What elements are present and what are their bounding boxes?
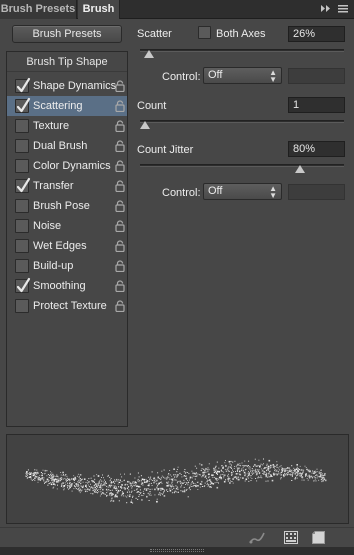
brush-setting-texture[interactable]: Texture xyxy=(7,116,127,136)
panel-resize-handle[interactable] xyxy=(0,547,354,555)
brush-tip-shape-item[interactable]: Brush Tip Shape xyxy=(7,52,127,72)
brush-toggle-icon[interactable] xyxy=(248,531,266,548)
both-axes-label: Both Axes xyxy=(216,28,266,40)
count-label: Count xyxy=(137,100,167,112)
lock-icon[interactable] xyxy=(115,200,125,213)
setting-label: Dual Brush xyxy=(33,140,88,152)
panel-tab-bar: Brush Presets Brush xyxy=(0,0,354,19)
lock-icon[interactable] xyxy=(115,280,125,293)
setting-checkbox[interactable] xyxy=(15,219,29,233)
scatter-value-field[interactable]: 26% xyxy=(288,26,345,42)
setting-checkbox[interactable] xyxy=(15,259,29,273)
panel-controls xyxy=(320,2,348,17)
checkmark-icon xyxy=(16,77,31,93)
lock-icon[interactable] xyxy=(115,220,125,233)
checkmark-icon xyxy=(16,277,31,293)
count-value-field[interactable]: 1 xyxy=(288,97,345,113)
brush-setting-color-dynamics[interactable]: Color Dynamics xyxy=(7,156,127,176)
setting-checkbox[interactable] xyxy=(15,239,29,253)
panel-bottom-bar xyxy=(0,527,354,547)
count-jitter-value-field[interactable]: 80% xyxy=(288,141,345,157)
setting-label: Texture xyxy=(33,120,70,132)
tab-brush[interactable]: Brush xyxy=(78,0,120,19)
setting-checkbox[interactable] xyxy=(15,77,31,93)
scatter-slider-track[interactable] xyxy=(140,49,344,52)
brush-setting-dual-brush[interactable]: Dual Brush xyxy=(7,136,127,156)
lock-icon[interactable] xyxy=(115,260,125,273)
brush-setting-shape-dynamics[interactable]: Shape Dynamics xyxy=(7,76,127,96)
lock-icon[interactable] xyxy=(115,240,125,253)
setting-label: Build-up xyxy=(33,260,74,272)
setting-checkbox[interactable] xyxy=(15,177,31,193)
lock-icon[interactable] xyxy=(115,180,125,193)
double-chevron-icon[interactable] xyxy=(320,4,332,16)
count-jitter-label: Count Jitter xyxy=(137,144,194,156)
lock-icon[interactable] xyxy=(115,160,125,173)
brush-setting-brush-pose[interactable]: Brush Pose xyxy=(7,196,127,216)
grid-icon[interactable] xyxy=(284,531,298,547)
lock-icon[interactable] xyxy=(115,300,125,313)
scatter-control-value: Off xyxy=(208,69,223,81)
setting-checkbox[interactable] xyxy=(15,159,29,173)
checkmark-icon xyxy=(16,177,31,193)
scatter-control-extra-field xyxy=(288,68,345,84)
lock-icon[interactable] xyxy=(115,120,125,133)
count-slider-track[interactable] xyxy=(140,120,344,123)
setting-label: Protect Texture xyxy=(33,300,107,312)
setting-checkbox[interactable] xyxy=(15,199,29,213)
new-preset-icon[interactable] xyxy=(312,531,325,547)
menu-icon[interactable] xyxy=(338,4,348,16)
setting-checkbox[interactable] xyxy=(15,119,29,133)
count-jitter-control-extra-field xyxy=(288,184,345,200)
brush-setting-scattering[interactable]: Scattering xyxy=(7,96,127,116)
count-slider-thumb[interactable] xyxy=(140,121,150,129)
setting-checkbox[interactable] xyxy=(15,277,31,293)
select-arrows-icon: ▲ ▼ xyxy=(269,184,277,200)
setting-label: Shape Dynamics xyxy=(33,80,117,92)
setting-label: Noise xyxy=(33,220,62,232)
count-jitter-slider-thumb[interactable] xyxy=(295,165,306,173)
setting-label: Smoothing xyxy=(33,280,86,292)
select-arrows-icon: ▲ ▼ xyxy=(269,68,277,84)
count-jitter-control-value: Off xyxy=(208,185,223,197)
setting-checkbox[interactable] xyxy=(15,97,31,113)
brush-stroke-preview-image xyxy=(25,458,327,504)
scatter-control-select[interactable]: Off ▲ ▼ xyxy=(203,67,282,84)
brush-settings-list: Brush Tip Shape Shape Dynamics Scattering… xyxy=(6,51,128,427)
both-axes-checkbox[interactable] xyxy=(198,26,211,39)
setting-checkbox[interactable] xyxy=(15,299,29,313)
brush-setting-noise[interactable]: Noise xyxy=(7,216,127,236)
scatter-slider-thumb[interactable] xyxy=(143,50,154,58)
brush-presets-button[interactable]: Brush Presets xyxy=(12,25,122,43)
scatter-control-label: Control: xyxy=(162,71,201,83)
count-jitter-control-select[interactable]: Off ▲ ▼ xyxy=(203,183,282,200)
setting-checkbox[interactable] xyxy=(15,139,29,153)
setting-label: Brush Pose xyxy=(33,200,90,212)
setting-label: Scattering xyxy=(33,100,83,112)
lock-icon[interactable] xyxy=(115,140,125,153)
brush-setting-smoothing[interactable]: Smoothing xyxy=(7,276,127,296)
lock-icon[interactable] xyxy=(115,100,125,113)
setting-label: Wet Edges xyxy=(33,240,87,252)
brush-setting-transfer[interactable]: Transfer xyxy=(7,176,127,196)
lock-icon[interactable] xyxy=(115,80,125,93)
count-jitter-slider-track[interactable] xyxy=(140,164,344,167)
setting-label: Color Dynamics xyxy=(33,160,111,172)
brush-setting-build-up[interactable]: Build-up xyxy=(7,256,127,276)
brush-setting-protect-texture[interactable]: Protect Texture xyxy=(7,296,127,316)
grip-dots xyxy=(150,549,204,552)
count-jitter-control-label: Control: xyxy=(162,187,201,199)
brush-setting-wet-edges[interactable]: Wet Edges xyxy=(7,236,127,256)
scatter-label: Scatter xyxy=(137,28,172,40)
setting-label: Transfer xyxy=(33,180,74,192)
brush-stroke-preview xyxy=(6,434,349,524)
tab-brush-presets[interactable]: Brush Presets xyxy=(0,0,77,19)
checkmark-icon xyxy=(16,97,31,113)
